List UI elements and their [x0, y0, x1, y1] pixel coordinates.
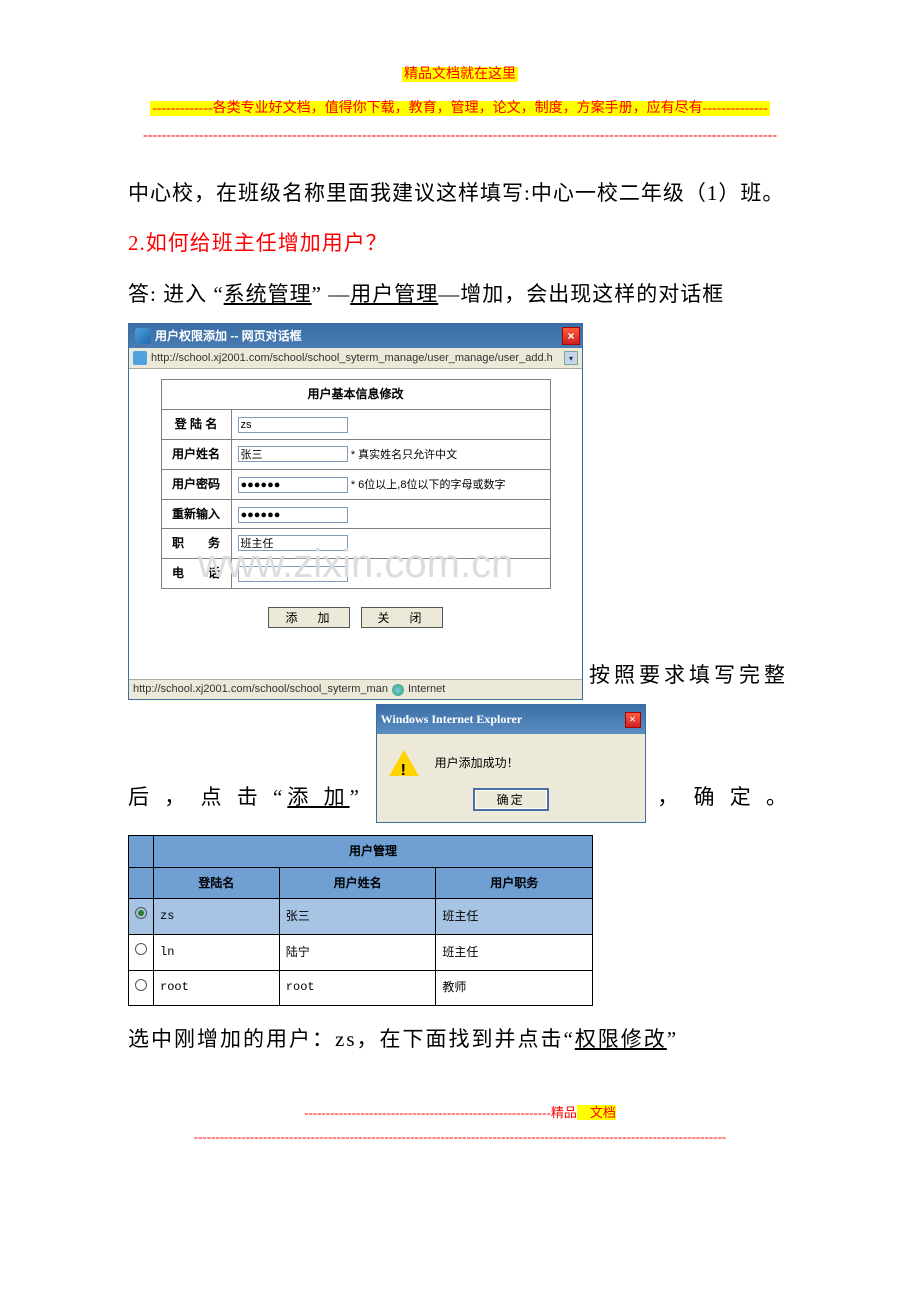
input-password[interactable] — [238, 477, 348, 493]
para3-right: ， 确 定 。 — [657, 772, 792, 822]
label-name: 用户姓名 — [161, 439, 231, 469]
answer-prefix: 答: 进入 “ — [128, 282, 224, 306]
dialog-url: http://school.xj2001.com/school/school_s… — [151, 348, 562, 369]
footer-line1a: ----------------------------------------… — [304, 1105, 577, 1120]
user-add-dialog: 用户权限添加 -- 网页对话框 × http://school.xj2001.c… — [128, 323, 583, 700]
footer-line2: ----------------------------------------… — [194, 1129, 726, 1144]
label-tel: 电 话 — [161, 559, 231, 589]
table-title: 用户管理 — [154, 835, 593, 867]
link-permission[interactable]: 权限修改 — [575, 1027, 667, 1051]
para4-b: ” — [667, 1027, 678, 1051]
label-repeat: 重新输入 — [161, 499, 231, 529]
answer-mid2: —增加，会出现这样的对话框 — [438, 282, 724, 306]
label-login: 登 陆 名 — [161, 409, 231, 439]
answer-mid1: ” — — [312, 282, 351, 306]
link-user-manage[interactable]: 用户管理 — [350, 282, 438, 306]
q2-mark: ？ — [366, 231, 388, 255]
dialog-status-bar: http://school.xj2001.com/school/school_s… — [129, 679, 582, 699]
warning-icon: ! — [389, 748, 419, 778]
cell-name: 陆宁 — [279, 934, 436, 970]
cell-name: root — [279, 970, 436, 1006]
para3-b: ” — [350, 785, 364, 809]
table-row[interactable]: root root 教师 — [129, 970, 593, 1006]
hint-name: * 真实姓名只允许中文 — [351, 449, 457, 461]
cell-login: ln — [154, 934, 280, 970]
label-job: 职 务 — [161, 529, 231, 559]
input-name[interactable] — [238, 446, 348, 462]
cell-job: 教师 — [436, 970, 593, 1006]
alert-dialog: Windows Internet Explorer × ! 用户添加成功！ 确定 — [376, 704, 646, 823]
ok-button[interactable]: 确定 — [473, 788, 549, 811]
col-job: 用户职务 — [436, 867, 593, 899]
table-row[interactable]: ln 陆宁 班主任 — [129, 934, 593, 970]
page-icon — [133, 351, 147, 365]
doc-footer: ----------------------------------------… — [128, 1101, 792, 1150]
tail-text-1: 按照要求填写完整 — [589, 650, 789, 700]
para4-a: 选中刚增加的用户：zs，在下面找到并点击“ — [128, 1027, 575, 1051]
alert-message: 用户添加成功！ — [435, 752, 519, 775]
col-select — [129, 867, 154, 899]
alert-close-icon[interactable]: × — [625, 712, 641, 728]
ie-icon — [135, 328, 151, 344]
footer-line1b: 文档 — [577, 1105, 616, 1120]
cell-login: root — [154, 970, 280, 1006]
dialog-titlebar: 用户权限添加 -- 网页对话框 × — [129, 324, 582, 348]
input-login[interactable] — [238, 417, 348, 433]
header-line3: ----------------------------------------… — [128, 123, 792, 150]
header-line2: -------------各类专业好文档，值得你下载，教育，管理，论文，制度，方… — [150, 101, 770, 116]
status-zone: Internet — [408, 679, 445, 700]
alert-title-text: Windows Internet Explorer — [381, 708, 523, 731]
input-tel[interactable] — [238, 566, 348, 582]
add-button[interactable]: 添 加 — [268, 607, 350, 628]
hint-password: * 6位以上,8位以下的字母或数字 — [351, 479, 506, 491]
header-line1: 精品文档就在这里 — [402, 67, 518, 82]
q2-number: 2. — [128, 231, 146, 255]
cell-job: 班主任 — [436, 899, 593, 935]
dropdown-icon[interactable]: ▾ — [564, 351, 578, 365]
question-2: 2.如何给班主任增加用户？ — [128, 218, 792, 268]
col-name: 用户姓名 — [279, 867, 436, 899]
link-add[interactable]: 添 加 — [287, 785, 349, 809]
answer-line: 答: 进入 “系统管理” —用户管理—增加，会出现这样的对话框 — [128, 269, 792, 319]
paragraph-1: 中心校，在班级名称里面我建议这样填写:中心一校二年级（1）班。 — [128, 168, 792, 218]
close-button[interactable]: 关 闭 — [361, 607, 443, 628]
para3-a: 后 ， 点 击 “ — [128, 785, 287, 809]
radio-icon[interactable] — [135, 979, 147, 991]
table-row[interactable]: zs 张三 班主任 — [129, 899, 593, 935]
radio-icon[interactable] — [135, 907, 147, 919]
doc-header: 精品文档就在这里 -------------各类专业好文档，值得你下载，教育，管… — [128, 55, 792, 150]
cell-name: 张三 — [279, 899, 436, 935]
input-repeat[interactable] — [238, 507, 348, 523]
link-system-manage[interactable]: 系统管理 — [224, 282, 312, 306]
label-password: 用户密码 — [161, 469, 231, 499]
user-form: 用户基本信息修改 登 陆 名 用户姓名 * 真实姓名只允许中文 用户密码 * 6… — [161, 379, 551, 589]
form-title: 用户基本信息修改 — [161, 380, 550, 410]
para3-left: 后 ， 点 击 “添 加” — [128, 772, 364, 822]
user-manage-table: 用户管理 登陆名 用户姓名 用户职务 zs 张三 班主任 ln 陆宁 班主任 r… — [128, 835, 593, 1006]
table-title-spacer — [129, 835, 154, 867]
dialog-title-text: 用户权限添加 -- 网页对话框 — [155, 325, 302, 348]
col-login: 登陆名 — [154, 867, 280, 899]
alert-titlebar: Windows Internet Explorer × — [377, 705, 645, 734]
radio-icon[interactable] — [135, 943, 147, 955]
cell-login: zs — [154, 899, 280, 935]
paragraph-4: 选中刚增加的用户：zs，在下面找到并点击“权限修改” — [128, 1014, 792, 1064]
status-url: http://school.xj2001.com/school/school_s… — [133, 679, 388, 700]
cell-job: 班主任 — [436, 934, 593, 970]
close-icon[interactable]: × — [562, 327, 580, 345]
dialog-address-bar: http://school.xj2001.com/school/school_s… — [129, 348, 582, 369]
q2-text: 如何给班主任增加用户 — [146, 231, 366, 255]
internet-zone-icon — [392, 684, 404, 696]
input-job[interactable] — [238, 535, 348, 551]
